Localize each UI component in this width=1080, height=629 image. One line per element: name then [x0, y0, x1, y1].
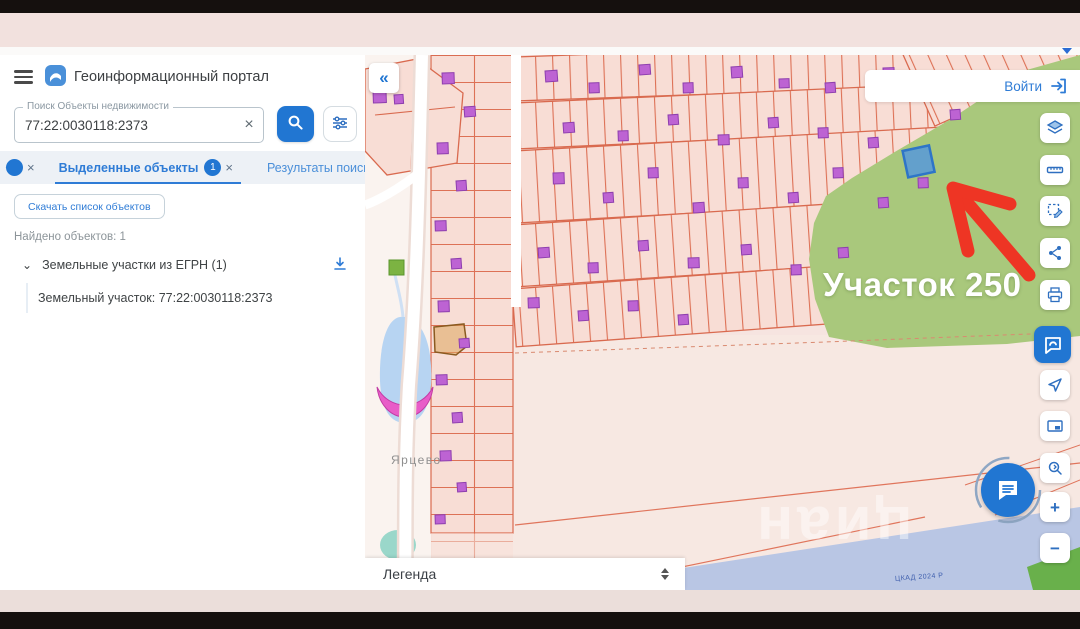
ruler-icon [1046, 161, 1064, 179]
sidebar-panel: Геоинформационный портал Поиск Объекты н… [0, 55, 365, 590]
page-top-edge [0, 47, 1080, 55]
feedback-bubble-icon [1042, 334, 1064, 356]
result-item-row[interactable]: Земельный участок: 77:22:0030118:2373 [26, 283, 362, 313]
chat-icon [994, 476, 1022, 504]
menu-icon[interactable] [14, 70, 33, 84]
search-coordinates-button[interactable] [1040, 453, 1070, 483]
found-objects-count: Найдено объектов: 1 [14, 231, 126, 243]
result-group-label: Земельные участки из ЕГРН (1) [42, 258, 330, 272]
close-icon[interactable]: × [27, 160, 35, 175]
search-field-wrapper: Поиск Объекты недвижимости × [14, 107, 264, 143]
chat-button[interactable] [981, 463, 1035, 517]
layers-button[interactable] [1040, 113, 1070, 143]
selected-parcel-highlight[interactable] [903, 145, 935, 177]
map-canvas[interactable]: циан Участок 250 Ярцево ЦКАД 2024 Р « Во… [365, 55, 1080, 590]
portal-logo [45, 65, 66, 86]
print-button[interactable] [1040, 280, 1070, 310]
parcel-item-label: Земельный участок: 77:22:0030118:2373 [38, 291, 272, 305]
login-icon [1050, 77, 1068, 95]
plus-icon: + [1050, 499, 1060, 516]
zoom-in-button[interactable]: + [1040, 492, 1070, 522]
login-label: Войти [1004, 79, 1042, 94]
share-icon [1046, 244, 1064, 262]
tune-icon [332, 115, 348, 131]
expand-collapse-icon[interactable] [661, 568, 669, 580]
tab-search-results[interactable]: Результаты поиска 1 × [261, 151, 365, 184]
mini-map-icon [1046, 417, 1064, 435]
minus-icon: − [1050, 540, 1060, 557]
edit-area-icon [1046, 202, 1064, 220]
clear-search-icon[interactable]: × [235, 111, 263, 139]
download-icon[interactable] [330, 255, 350, 275]
search-location-icon [1046, 459, 1064, 477]
measure-button[interactable] [1040, 155, 1070, 185]
page-title: Геоинформационный портал [74, 69, 269, 85]
tab-count-badge: 1 [204, 159, 221, 176]
search-settings-button[interactable] [323, 106, 357, 142]
login-bar[interactable]: Войти [865, 70, 1080, 102]
layers-icon [1046, 119, 1064, 137]
overview-map-button[interactable] [1040, 411, 1070, 441]
settlement-label: Ярцево [391, 453, 442, 467]
desktop-strip-top [0, 13, 1080, 47]
search-button[interactable] [277, 106, 314, 142]
chevron-down-icon [1062, 48, 1072, 54]
search-input[interactable] [15, 117, 235, 134]
draw-area-button[interactable] [1040, 196, 1070, 226]
legend-bar[interactable]: Легенда [365, 558, 685, 590]
search-field-label: Поиск Объекты недвижимости [23, 101, 173, 112]
tab-selected-objects[interactable]: Выделенные объекты 1 × [53, 151, 243, 184]
download-object-list-button[interactable]: Скачать список объектов [14, 194, 165, 219]
locate-button[interactable] [1040, 370, 1070, 400]
base-map [365, 55, 1080, 590]
share-button[interactable] [1040, 238, 1070, 268]
navigation-arrow-icon [1046, 376, 1064, 394]
search-icon [287, 114, 304, 131]
legend-label: Легенда [383, 566, 661, 582]
green-parcel [389, 260, 404, 275]
tab-strip: ◂ × Выделенные объекты 1 × Результаты по… [0, 151, 365, 184]
chevron-down-icon: ⌄ [22, 258, 32, 272]
geo-portal-window: Геоинформационный портал Поиск Объекты н… [0, 55, 1080, 590]
print-icon [1046, 286, 1064, 304]
result-group-row[interactable]: ⌄ Земельные участки из ЕГРН (1) [14, 253, 350, 277]
watermark: циан [753, 493, 912, 562]
feedback-button[interactable] [1034, 326, 1071, 363]
desktop-strip-bottom [0, 590, 1080, 612]
close-icon[interactable]: × [225, 160, 233, 175]
zoom-out-button[interactable]: − [1040, 533, 1070, 563]
hidden-tab-badge [6, 159, 23, 176]
collapse-sidebar-button[interactable]: « [369, 63, 399, 93]
parcel-annotation-text: Участок 250 [823, 266, 1022, 304]
